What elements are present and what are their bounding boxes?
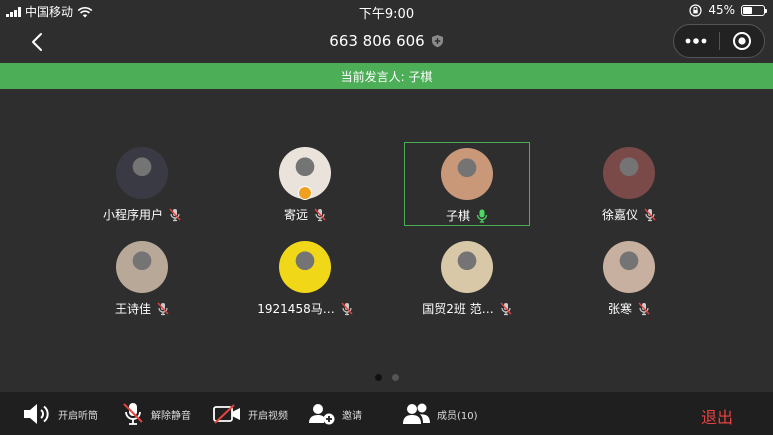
avatar — [279, 241, 331, 293]
member-name: 寄远 — [283, 208, 308, 222]
bottom-toolbar: 开启听筒 解除静音 开启视频 邀请 成员(10) 退出 — [0, 392, 773, 435]
member-name: 徐嘉仪 — [601, 208, 638, 222]
video-off-icon — [213, 404, 240, 424]
members-icon — [403, 403, 430, 424]
speaker-label: 开启听筒 — [58, 410, 98, 422]
avatar — [603, 241, 655, 293]
battery-icon — [741, 4, 767, 16]
close-program-button[interactable] — [720, 25, 765, 57]
mic-muted-icon — [157, 302, 169, 316]
more-button[interactable] — [674, 25, 719, 57]
avatar — [441, 148, 493, 200]
members-label: 成员(10) — [437, 410, 478, 422]
mic-muted-icon — [314, 208, 326, 222]
mic-muted-icon — [644, 208, 656, 222]
members-button[interactable]: 成员(10) — [403, 401, 478, 427]
shield-icon — [431, 35, 443, 48]
mic-muted-icon — [341, 302, 353, 316]
invite-label: 邀请 — [342, 410, 362, 422]
mic-active-icon — [476, 209, 488, 223]
member-tile[interactable]: 王诗佳 — [79, 236, 205, 320]
page-indicator — [0, 374, 773, 381]
target-icon — [732, 32, 751, 50]
member-name: 小程序用户 — [102, 208, 163, 222]
current-speaker-banner: 当前发言人: 子棋 — [0, 63, 773, 89]
member-name: 国贸2班 范… — [422, 302, 494, 316]
member-name: 1921458马… — [257, 302, 335, 316]
member-name: 王诗佳 — [114, 302, 151, 316]
add-user-icon — [309, 404, 335, 425]
clock: 下午9:00 — [358, 7, 415, 22]
member-tile[interactable]: 张寒 — [566, 236, 692, 320]
mic-muted-icon — [638, 302, 650, 316]
host-badge-icon — [298, 186, 312, 200]
avatar — [116, 147, 168, 199]
page-dot-2[interactable] — [391, 374, 399, 381]
mic-muted-icon — [169, 208, 181, 222]
mic-off-icon — [123, 403, 143, 425]
member-tile[interactable]: 国贸2班 范… — [404, 236, 530, 320]
member-name: 子棋 — [445, 209, 470, 223]
page-dot-1[interactable] — [374, 374, 382, 381]
nav-bar: 663 806 606 — [0, 22, 773, 62]
meeting-id-title: 663 806 606 — [0, 32, 773, 50]
video-button[interactable]: 开启视频 — [212, 401, 288, 427]
avatar — [116, 241, 168, 293]
meeting-id: 663 806 606 — [329, 32, 425, 50]
unmute-label: 解除静音 — [151, 410, 191, 422]
status-bar: 中国移动 下午9:00 45% — [0, 0, 773, 22]
member-name: 张寒 — [607, 302, 632, 316]
avatar — [603, 147, 655, 199]
exit-button[interactable]: 退出 — [701, 404, 733, 428]
battery-percent: 45% — [708, 3, 735, 17]
mini-program-capsule — [673, 24, 765, 58]
unmute-button[interactable]: 解除静音 — [121, 401, 191, 427]
current-speaker-text: 当前发言人: 子棋 — [340, 69, 433, 84]
speaker-icon — [24, 404, 49, 424]
mic-muted-icon — [500, 302, 512, 316]
member-tile[interactable]: 寄远 — [242, 142, 368, 226]
orientation-lock-icon — [689, 3, 702, 17]
member-tile[interactable]: 小程序用户 — [79, 142, 205, 226]
invite-button[interactable]: 邀请 — [308, 401, 362, 427]
speaker-button[interactable]: 开启听筒 — [22, 401, 98, 427]
more-icon — [685, 38, 707, 44]
member-tile[interactable]: 徐嘉仪 — [566, 142, 692, 226]
video-label: 开启视频 — [248, 410, 288, 422]
member-tile[interactable]: 1921458马… — [242, 236, 368, 320]
avatar — [441, 241, 493, 293]
member-tile-active[interactable]: 子棋 — [404, 142, 530, 226]
